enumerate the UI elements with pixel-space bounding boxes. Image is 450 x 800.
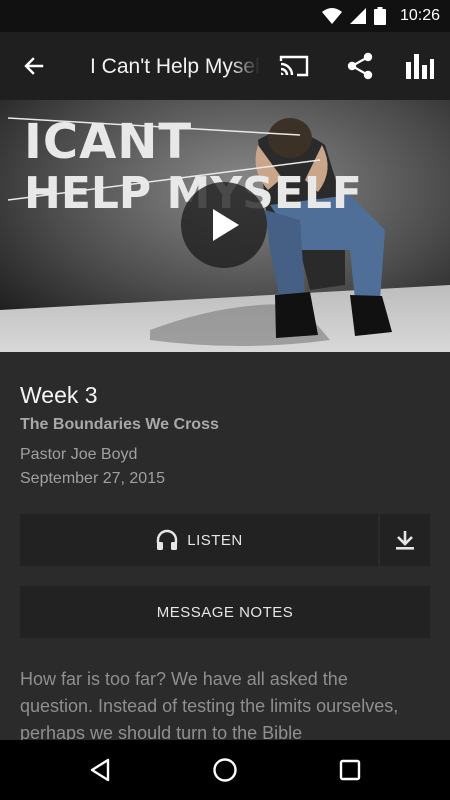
- status-time: 10:26: [399, 7, 440, 24]
- sermon-description: How far is too far? We have all asked th…: [20, 669, 399, 740]
- app-bar: I Can't Help Myself: [0, 32, 450, 100]
- artwork-title-line1: ICANT: [24, 114, 192, 170]
- equalizer-button[interactable]: [400, 46, 440, 86]
- download-button[interactable]: [378, 514, 430, 566]
- play-icon: [213, 209, 239, 241]
- back-triangle-icon: [90, 758, 110, 782]
- play-button[interactable]: [181, 182, 267, 268]
- status-icons: 10:26: [321, 0, 440, 32]
- sermon-details: Week 3 The Boundaries We Cross Pastor Jo…: [0, 352, 450, 740]
- recents-square-icon: [339, 759, 361, 781]
- status-bar: 10:26: [0, 0, 450, 32]
- back-button[interactable]: [14, 46, 54, 86]
- equalizer-icon: [406, 54, 434, 79]
- share-button[interactable]: [340, 46, 380, 86]
- message-notes-button[interactable]: MESSAGE NOTES: [20, 586, 430, 638]
- page-title: I Can't Help Myself: [90, 52, 260, 82]
- back-arrow-icon: [24, 57, 44, 75]
- sermon-date: September 27, 2015: [20, 470, 165, 487]
- cast-icon: [279, 55, 309, 77]
- message-notes-label: MESSAGE NOTES: [156, 603, 294, 621]
- nav-home-button[interactable]: [205, 750, 245, 790]
- nav-back-button[interactable]: [80, 750, 120, 790]
- listen-row: LISTEN: [20, 514, 430, 566]
- battery-icon: [373, 7, 386, 25]
- listen-button[interactable]: LISTEN: [20, 514, 378, 566]
- signal-icon: [349, 8, 366, 24]
- download-icon: [396, 531, 414, 550]
- sermon-speaker: Pastor Joe Boyd: [20, 446, 138, 463]
- nav-recents-button[interactable]: [330, 750, 370, 790]
- sermon-subtitle: The Boundaries We Cross: [20, 416, 219, 433]
- home-circle-icon: [213, 758, 237, 782]
- wifi-icon: [321, 8, 342, 24]
- headphones-icon: [157, 529, 178, 550]
- system-nav-bar: [0, 740, 450, 800]
- listen-label: LISTEN: [187, 531, 243, 549]
- share-icon: [347, 52, 373, 80]
- sermon-week: Week 3: [20, 382, 98, 408]
- cast-button[interactable]: [274, 46, 314, 86]
